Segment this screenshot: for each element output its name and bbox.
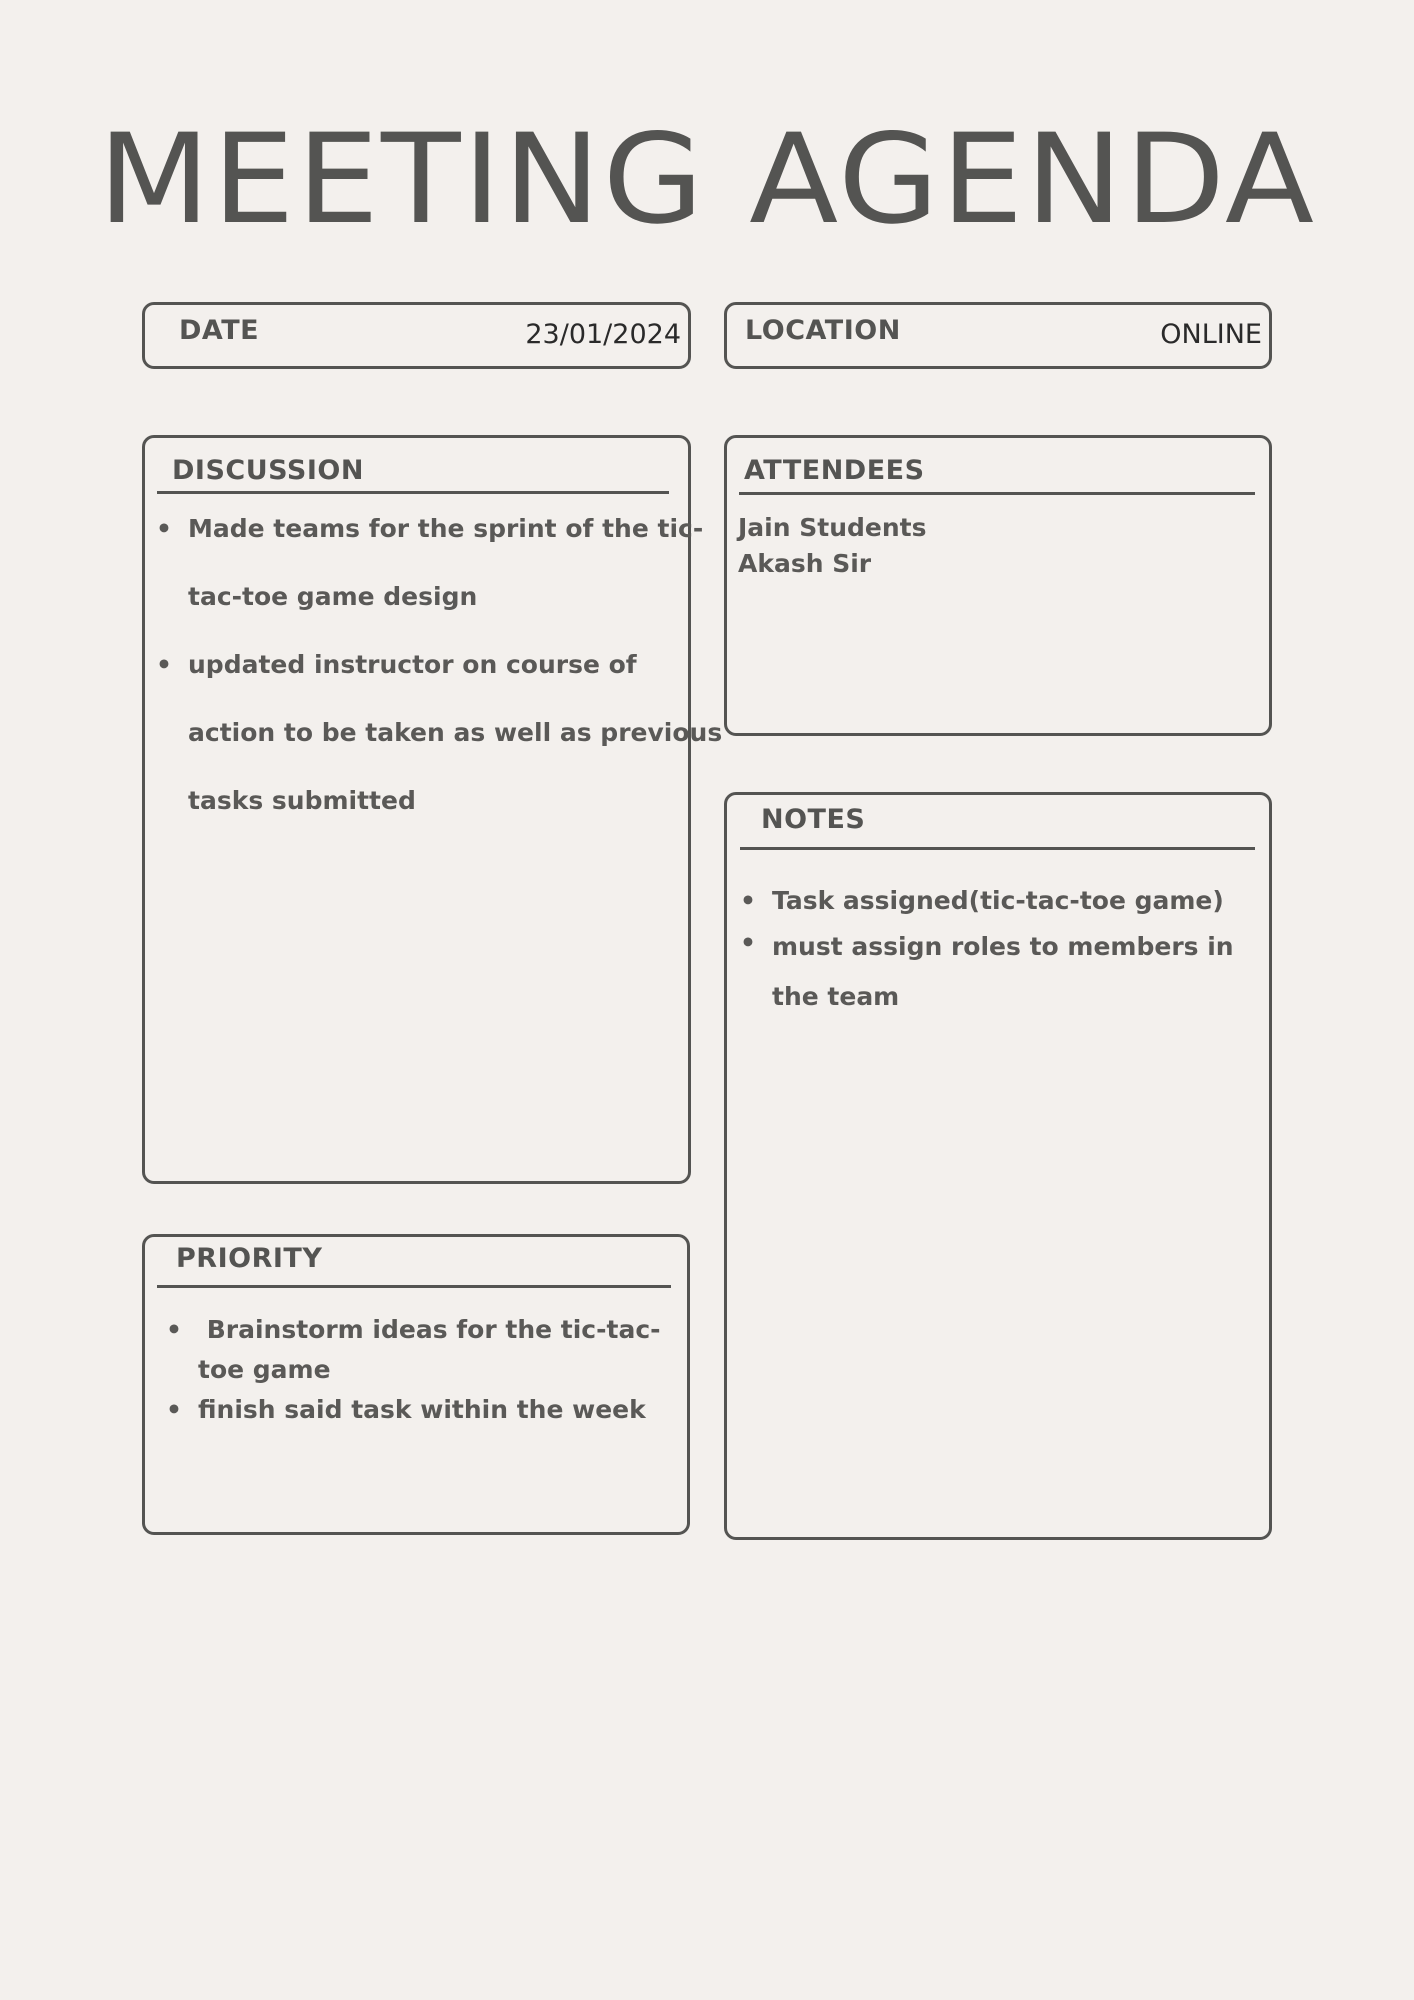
priority-list: • Brainstorm ideas for the tic-tac- toe …	[166, 1310, 661, 1430]
bullet-icon: •	[166, 1395, 182, 1424]
list-item-line: tasks submitted	[188, 786, 416, 815]
date-value: 23/01/2024	[525, 319, 681, 350]
list-item-line: Brainstorm ideas for the tic-tac-	[198, 1315, 661, 1344]
list-item-line: updated instructor on course of	[188, 650, 637, 679]
list-item: • must assign roles to members in the te…	[740, 922, 1234, 1022]
priority-title: PRIORITY	[176, 1243, 323, 1274]
bullet-icon: •	[740, 928, 756, 957]
list-item-line: finish said task within the week	[198, 1395, 646, 1424]
date-label: DATE	[179, 315, 260, 346]
list-item-line: tac-toe game design	[188, 582, 478, 611]
list-item: • Made teams for the sprint of the tic- …	[156, 495, 722, 631]
attendees-title: ATTENDEES	[744, 455, 925, 486]
discussion-title: DISCUSSION	[172, 455, 364, 486]
attendees-list: Jain Students Akash Sir	[738, 510, 926, 582]
list-item-line: the team	[772, 982, 900, 1011]
attendee-name: Jain Students	[738, 513, 927, 542]
attendee-name: Akash Sir	[738, 549, 872, 578]
list-item-line: must assign roles to members in	[772, 932, 1234, 961]
bullet-icon: •	[156, 650, 172, 679]
list-item-line: Task assigned(tic-tac-toe game)	[772, 886, 1224, 915]
bullet-icon: •	[166, 1315, 182, 1344]
list-item-line: toe game	[198, 1355, 331, 1384]
bullet-icon: •	[156, 514, 172, 543]
location-field: LOCATION ONLINE	[724, 302, 1272, 369]
discussion-divider	[157, 491, 669, 494]
list-item-line: Made teams for the sprint of the tic-	[188, 514, 704, 543]
location-label: LOCATION	[745, 315, 901, 346]
notes-list: • Task assigned(tic-tac-toe game) • must…	[740, 876, 1234, 1022]
page-title: MEETING AGENDA	[97, 108, 1317, 252]
notes-divider	[740, 847, 1255, 850]
list-item: • Task assigned(tic-tac-toe game)	[740, 876, 1234, 926]
list-item: • finish said task within the week	[166, 1390, 661, 1430]
date-field: DATE 23/01/2024	[142, 302, 691, 369]
list-item: • Brainstorm ideas for the tic-tac- toe …	[166, 1310, 661, 1390]
list-item-line: action to be taken as well as previous	[188, 718, 723, 747]
list-item: • updated instructor on course of action…	[156, 631, 723, 835]
notes-title: NOTES	[761, 804, 866, 835]
location-value: ONLINE	[1160, 319, 1262, 350]
priority-divider	[157, 1285, 671, 1288]
attendees-divider	[739, 492, 1255, 495]
discussion-list: • Made teams for the sprint of the tic- …	[156, 495, 723, 835]
